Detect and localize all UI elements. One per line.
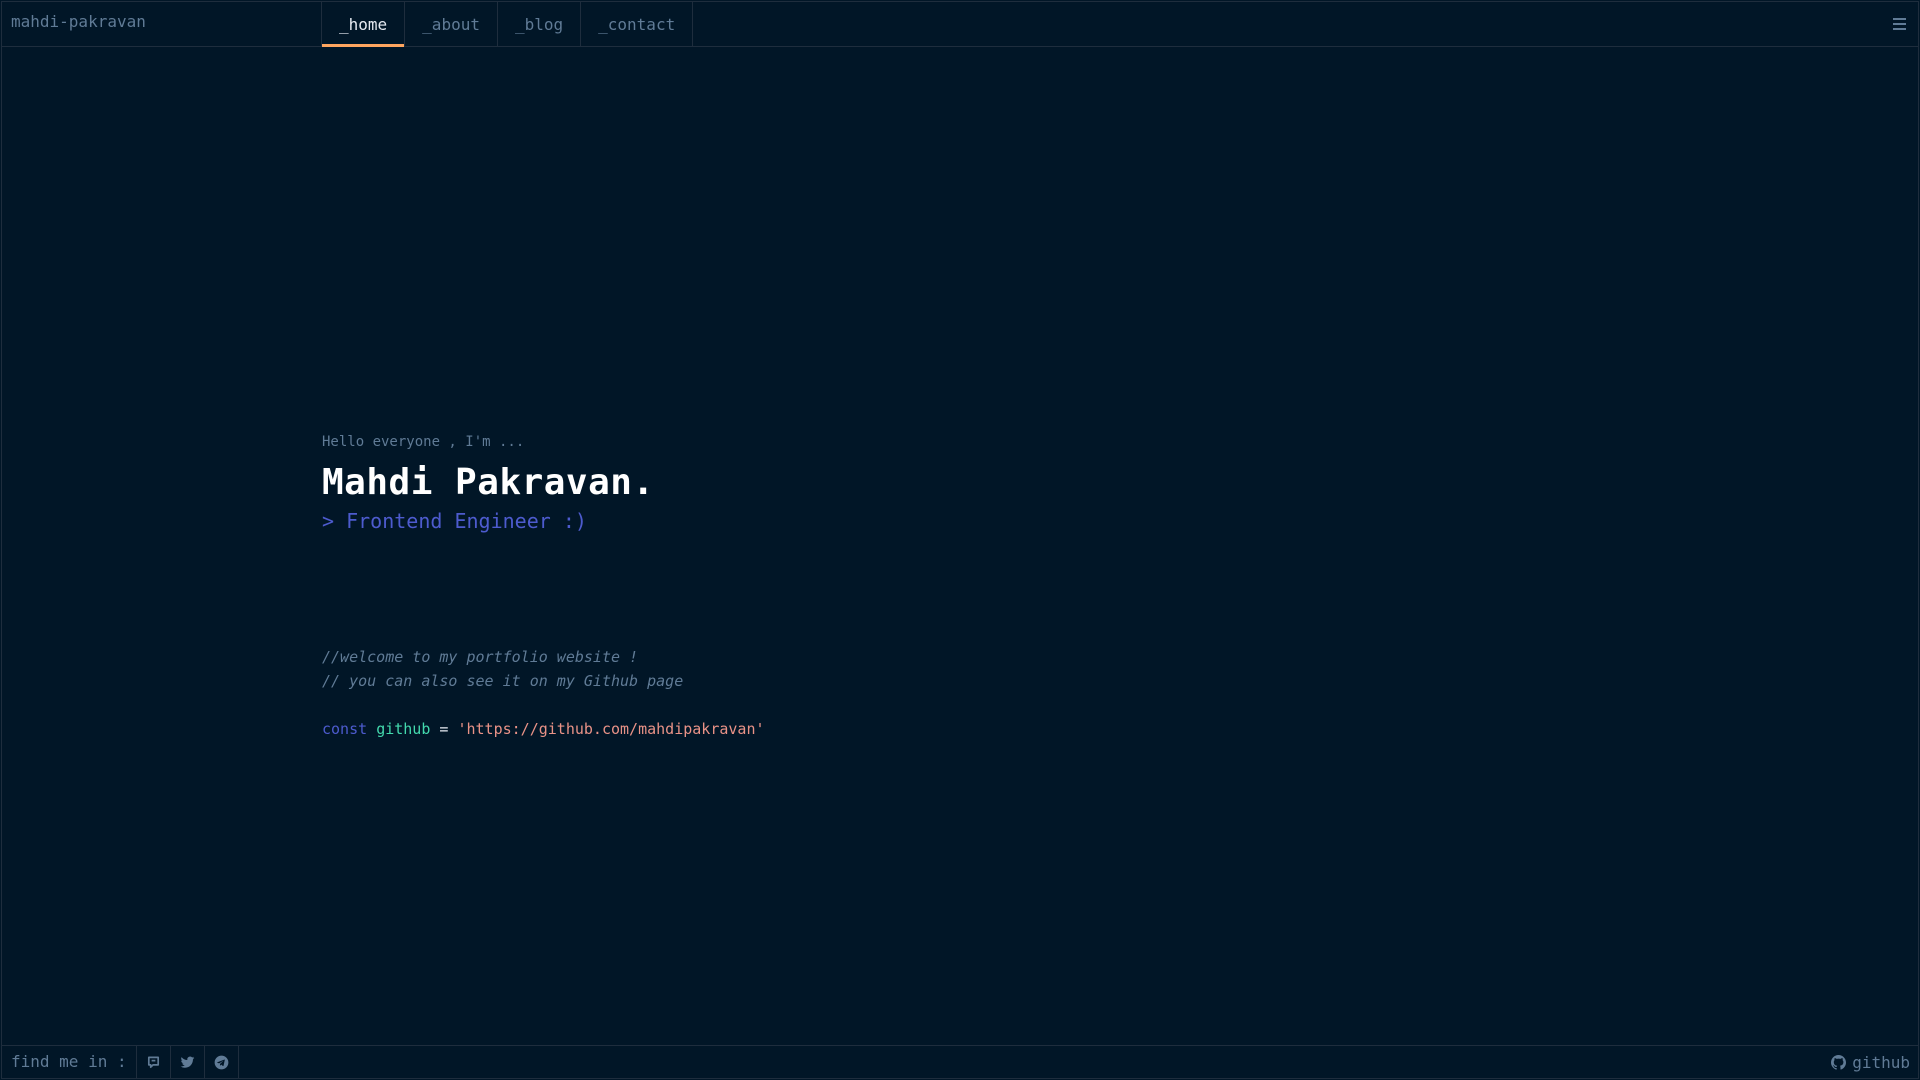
page-title: Mahdi Pakravan.	[322, 462, 655, 503]
code-keyword: const	[322, 720, 368, 738]
tab-contact[interactable]: _contact	[581, 2, 694, 46]
tab-home[interactable]: _home	[321, 2, 406, 47]
nav-tabs: _home _about _blog _contact	[321, 2, 694, 47]
find-me-label: find me in :	[2, 1046, 137, 1078]
chat-icon[interactable]	[137, 1046, 171, 1078]
github-footer-link[interactable]: github	[1831, 1046, 1910, 1078]
github-url-link[interactable]: 'https://github.com/mahdipakravan'	[457, 720, 764, 738]
telegram-icon[interactable]	[205, 1046, 239, 1078]
github-icon	[1831, 1054, 1847, 1070]
code-operator: =	[439, 720, 449, 738]
twitter-icon[interactable]	[171, 1046, 205, 1078]
role-subtitle: > Frontend Engineer :)	[322, 509, 587, 533]
github-footer-label: github	[1852, 1052, 1910, 1072]
hamburger-menu-icon[interactable]	[1890, 14, 1910, 34]
tab-blog[interactable]: _blog	[498, 2, 582, 46]
site-brand[interactable]: mahdi-pakravan	[2, 2, 321, 46]
code-comment-1: //welcome to my portfolio website !	[322, 648, 639, 666]
top-navigation: mahdi-pakravan _home _about _blog _conta…	[2, 2, 1918, 47]
code-line-github: const github = 'https://github.com/mahdi…	[322, 717, 765, 741]
hero-section: Hello everyone , I'm ... Mahdi Pakravan.…	[322, 434, 655, 533]
code-variable: github	[376, 720, 431, 738]
code-comment-2: // you can also see it on my Github page	[322, 672, 684, 690]
footer: find me in : github	[2, 1045, 1918, 1078]
code-snippet: //welcome to my portfolio website ! // y…	[322, 645, 765, 741]
tab-about[interactable]: _about	[405, 2, 498, 46]
app-window: mahdi-pakravan _home _about _blog _conta…	[1, 1, 1919, 1079]
greeting-text: Hello everyone , I'm ...	[322, 434, 525, 450]
